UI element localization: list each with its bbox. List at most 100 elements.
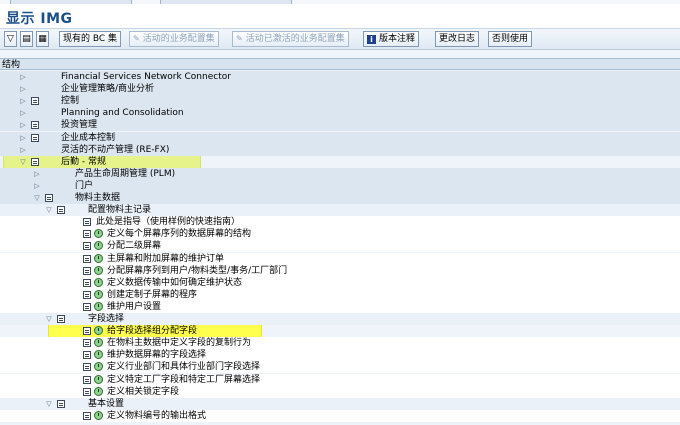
- title-bar: 显示 IMG: [0, 4, 680, 29]
- execute-activity-icon[interactable]: [94, 301, 103, 311]
- change-log-button[interactable]: 更改日志: [435, 31, 480, 47]
- tree-node[interactable]: 此处是指导（使用样例的快速指南）: [0, 216, 680, 229]
- documentation-icon[interactable]: [83, 230, 91, 239]
- where-used-button[interactable]: 否则使用: [488, 31, 533, 47]
- tree-node[interactable]: ▽ 物料主数据: [0, 192, 680, 204]
- execute-activity-icon[interactable]: [94, 289, 103, 299]
- documentation-icon[interactable]: [83, 339, 91, 348]
- tree-node[interactable]: 维护用户设置: [0, 300, 680, 313]
- documentation-icon[interactable]: [45, 194, 53, 202]
- execute-activity-icon[interactable]: [94, 265, 103, 275]
- documentation-icon[interactable]: [83, 363, 91, 372]
- collapse-arrow-icon[interactable]: ▽: [45, 398, 53, 410]
- tree-node-label: Financial Services Network Connector: [61, 72, 231, 82]
- tree-node[interactable]: ▷ 产品生命周期管理 (PLM): [0, 167, 680, 180]
- tree-node-label: 物料主数据: [75, 193, 121, 203]
- tree-node-label: 后勤 - 常规: [61, 156, 106, 167]
- expand-arrow-icon[interactable]: ▷: [19, 144, 27, 156]
- tree-node[interactable]: ▽ 基本设置: [0, 397, 680, 410]
- tree-node[interactable]: 定义相关锁定字段: [0, 385, 680, 398]
- expand-arrow-icon[interactable]: ▷: [19, 95, 27, 107]
- document-icon[interactable]: ▦: [36, 31, 49, 47]
- release-notes-button[interactable]: i 版本注释: [363, 31, 420, 47]
- expand-arrow-icon[interactable]: ▷: [19, 71, 27, 83]
- expand-arrow-icon[interactable]: ▷: [33, 168, 41, 180]
- documentation-icon[interactable]: [83, 411, 91, 420]
- documentation-icon[interactable]: [83, 375, 91, 384]
- documentation-icon[interactable]: [31, 133, 39, 142]
- tree-node[interactable]: ▷ Planning and Consolidation: [0, 107, 680, 120]
- collapse-arrow-icon[interactable]: ▽: [33, 192, 41, 204]
- expand-arrow-icon[interactable]: ▷: [19, 83, 27, 95]
- tree-node[interactable]: 定义行业部门和具体行业部门字段选择: [0, 361, 680, 374]
- tree-node[interactable]: 分配二级屏幕: [0, 240, 680, 253]
- tree-node[interactable]: 在物料主数据中定义字段的复制行为: [0, 337, 680, 350]
- documentation-icon[interactable]: [83, 278, 91, 287]
- tree-node[interactable]: ▷ 灵活的不动产管理 (RE-FX): [0, 143, 680, 156]
- tree-node[interactable]: 定义物料编号的输出格式: [0, 409, 680, 422]
- documentation-icon[interactable]: [83, 327, 91, 336]
- documentation-icon[interactable]: [83, 218, 91, 227]
- documentation-icon[interactable]: [31, 121, 39, 130]
- documentation-icon[interactable]: [57, 399, 65, 408]
- expand-arrow-icon[interactable]: ▷: [33, 180, 41, 192]
- tree-node-label: 投资管理: [61, 120, 98, 131]
- tree-node[interactable]: 定义数据传输中如何确定维护状态: [0, 276, 680, 289]
- display-icon[interactable]: ▤: [20, 31, 33, 47]
- active-bc-set-button[interactable]: ✎ 活动的业务配置集: [129, 31, 219, 47]
- tree-node[interactable]: ▷ 企业管理策略/商业分析: [0, 83, 680, 96]
- tree-node[interactable]: ▽ 后勤 - 常规: [0, 156, 680, 168]
- tree-node[interactable]: ▷ 企业成本控制: [0, 131, 680, 144]
- documentation-icon[interactable]: [83, 351, 91, 360]
- execute-activity-icon[interactable]: [94, 362, 103, 372]
- collapse-arrow-icon[interactable]: ▽: [45, 313, 53, 325]
- filter-icon[interactable]: ▽: [4, 31, 17, 47]
- tree-node-label: 定义数据传输中如何确定维护状态: [107, 277, 243, 288]
- documentation-icon[interactable]: [83, 254, 91, 263]
- expand-arrow-icon[interactable]: ▷: [19, 119, 27, 131]
- tree-node[interactable]: ▷ 控制: [0, 95, 680, 108]
- tree-node[interactable]: 主屏幕和附加屏幕的维护订单: [0, 252, 680, 265]
- tree-node[interactable]: 维护数据屏幕的字段选择: [0, 349, 680, 362]
- tree-node[interactable]: 定义特定工厂字段和特定工厂屏幕选择: [0, 373, 680, 386]
- execute-activity-icon[interactable]: [94, 338, 103, 348]
- tree-node[interactable]: ▽ 配置物料主记录: [0, 204, 680, 217]
- tree-node-label: 此处是指导（使用样例的快速指南）: [96, 217, 241, 228]
- documentation-icon[interactable]: [83, 387, 91, 396]
- documentation-icon[interactable]: [83, 242, 91, 251]
- tree-node-label: 定义行业部门和具体行业部门字段选择: [107, 362, 261, 373]
- bc-set-button[interactable]: 现有的 BC 集: [59, 31, 122, 47]
- execute-activity-icon[interactable]: [94, 350, 103, 360]
- collapse-arrow-icon[interactable]: ▽: [45, 204, 53, 216]
- activated-bc-set-button[interactable]: ✎ 活动已激活的业务配置集: [232, 31, 349, 47]
- tree-node[interactable]: 创建定制子屏幕的程序: [0, 288, 680, 301]
- documentation-icon[interactable]: [31, 157, 39, 166]
- expand-arrow-icon[interactable]: ▷: [19, 132, 27, 144]
- tree-node[interactable]: 分配屏幕序列到用户/物料类型/事务/工厂部门: [0, 264, 680, 277]
- documentation-icon[interactable]: [83, 266, 91, 275]
- tree-node[interactable]: ▽ 字段选择: [0, 313, 680, 325]
- tree-node[interactable]: 定义每个屏幕序列的数据屏幕的结构: [0, 228, 680, 241]
- execute-activity-icon[interactable]: [94, 277, 103, 287]
- execute-activity-icon[interactable]: [94, 241, 103, 251]
- tree-node[interactable]: ▷ 门户: [0, 179, 680, 192]
- collapse-arrow-icon[interactable]: ▽: [19, 156, 27, 168]
- tree-node[interactable]: ▷ 投资管理: [0, 119, 680, 132]
- documentation-icon[interactable]: [83, 290, 91, 299]
- execute-activity-icon[interactable]: [94, 386, 103, 396]
- execute-activity-icon[interactable]: [94, 374, 103, 384]
- documentation-icon[interactable]: [57, 206, 65, 215]
- documentation-icon[interactable]: [31, 97, 39, 106]
- execute-activity-icon[interactable]: [94, 326, 103, 336]
- tree-node-label: 维护用户设置: [107, 301, 162, 312]
- tree-node[interactable]: ▷ Financial Services Network Connector: [0, 71, 680, 83]
- execute-activity-icon[interactable]: [94, 253, 103, 263]
- execute-activity-icon[interactable]: [94, 229, 103, 239]
- documentation-icon[interactable]: [57, 315, 65, 323]
- info-icon: i: [367, 35, 376, 44]
- tree-node-label: 控制: [61, 96, 80, 107]
- expand-arrow-icon[interactable]: ▷: [19, 107, 27, 119]
- documentation-icon[interactable]: [83, 302, 91, 311]
- execute-activity-icon[interactable]: [94, 410, 103, 420]
- tree-node[interactable]: 给字段选择组分配字段: [0, 325, 680, 337]
